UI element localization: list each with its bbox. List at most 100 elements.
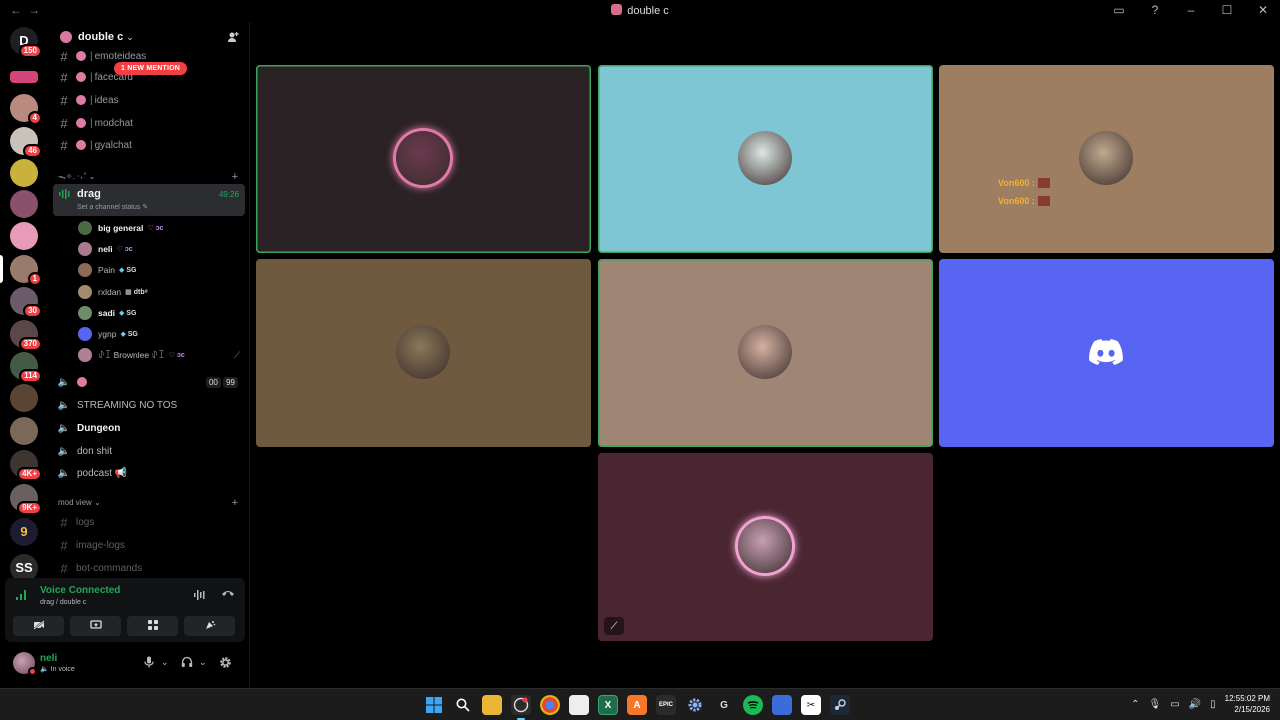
- chat-overlay-line: Von600 :: [998, 196, 1050, 206]
- voice-timer: 49:26: [218, 190, 239, 199]
- flower-icon: [77, 377, 87, 387]
- server-icon[interactable]: [10, 159, 38, 187]
- channel-status-prompt[interactable]: Set a channel status ✎: [77, 203, 148, 211]
- server-icon[interactable]: [10, 190, 38, 218]
- category-header[interactable]: ᯓ✧. ‧₊˚ ⌄ +: [58, 171, 238, 183]
- participant-tile[interactable]: ⟋: [598, 453, 933, 641]
- volume-icon[interactable]: 🔊: [1189, 699, 1201, 710]
- search-icon[interactable]: [453, 695, 473, 715]
- app-icon-g[interactable]: G: [714, 695, 734, 715]
- voice-channel[interactable]: 🔈 podcast 📢: [56, 463, 246, 483]
- server-icon[interactable]: 46: [10, 127, 42, 158]
- noise-suppression-icon[interactable]: [194, 590, 206, 603]
- channel-modchat[interactable]: # | modchat: [56, 113, 246, 133]
- server-icon[interactable]: 9K+: [10, 484, 42, 515]
- excel-icon[interactable]: X: [598, 695, 618, 715]
- category-header-mod-view[interactable]: mod view ⌄ +: [58, 497, 238, 509]
- voice-user[interactable]: ygnp ◆ SG: [78, 324, 248, 344]
- signal-icon[interactable]: [15, 589, 29, 604]
- soundboard-button[interactable]: [184, 616, 235, 636]
- status-dot: [28, 667, 37, 676]
- participant-tile[interactable]: [256, 65, 591, 253]
- voice-user[interactable]: Pain ◆ SG: [78, 260, 248, 280]
- server-icon[interactable]: 9: [10, 518, 38, 546]
- voice-channel[interactable]: 🔈 00 99: [56, 372, 246, 392]
- close-button[interactable]: ✕: [1256, 3, 1270, 17]
- file-explorer-icon[interactable]: [482, 695, 502, 715]
- discord-taskbar-icon[interactable]: [511, 695, 531, 720]
- maximize-button[interactable]: ☐: [1220, 3, 1234, 17]
- avatar[interactable]: [13, 652, 37, 676]
- participant-tile[interactable]: [939, 259, 1274, 447]
- server-icon[interactable]: 4K+: [10, 450, 42, 481]
- server-icon[interactable]: 114: [10, 352, 42, 383]
- username[interactable]: neli: [40, 653, 57, 664]
- steam-icon[interactable]: [830, 695, 850, 715]
- chrome-icon[interactable]: [540, 695, 560, 715]
- participant-tile[interactable]: [598, 65, 933, 253]
- server-icon[interactable]: 370: [10, 320, 42, 351]
- voice-channel[interactable]: 🔈 Dungeon: [56, 418, 246, 438]
- capcut-icon[interactable]: ✂: [801, 695, 821, 715]
- add-channel-icon[interactable]: +: [232, 497, 238, 509]
- channel-gyalchat[interactable]: # | gyalchat: [56, 135, 246, 155]
- spotify-icon[interactable]: [743, 695, 763, 715]
- voice-user[interactable]: ꂑꀤ Brownlee ꂑꀤ ♡ ɔc ⟋: [78, 345, 248, 365]
- server-icon[interactable]: 30: [10, 287, 42, 318]
- chevron-up-icon[interactable]: ⌃: [1131, 699, 1139, 710]
- new-mention-pill[interactable]: 1 NEW MENTION: [114, 62, 187, 75]
- voice-user[interactable]: rxldan ▦ dtb⁸: [78, 282, 248, 302]
- channel-bot-commands[interactable]: # bot-commands: [56, 558, 246, 578]
- help-icon[interactable]: ?: [1148, 3, 1162, 17]
- settings-gear-icon[interactable]: [685, 695, 705, 715]
- voice-user[interactable]: sadi ◆ SG: [78, 303, 248, 323]
- chevron-down-icon[interactable]: ⌄: [199, 657, 207, 668]
- add-channel-icon[interactable]: +: [232, 171, 238, 183]
- participant-tile[interactable]: Von600 : Von600 :: [939, 65, 1274, 253]
- battery-icon[interactable]: ▯: [1210, 699, 1216, 710]
- headphones-icon[interactable]: [181, 656, 193, 671]
- participant-tile[interactable]: [598, 259, 933, 447]
- network-icon[interactable]: ▭: [1170, 699, 1179, 710]
- voice-user[interactable]: neli ♡ ɔc: [78, 239, 248, 259]
- voice-channel[interactable]: 🔈 don shit: [56, 441, 246, 461]
- voice-channel[interactable]: 🔈 STREAMING NO TOS: [56, 395, 246, 415]
- chevron-down-icon[interactable]: ⌄: [161, 657, 169, 668]
- voice-connected-label: Voice Connected: [40, 585, 121, 596]
- microphone-icon[interactable]: [144, 656, 154, 671]
- epic-games-icon[interactable]: EPIC: [656, 695, 676, 715]
- app-icon-a[interactable]: A: [627, 695, 647, 715]
- server-icon[interactable]: 1: [10, 255, 42, 286]
- server-icon[interactable]: [10, 71, 38, 83]
- disconnect-icon[interactable]: [221, 589, 235, 600]
- minimize-button[interactable]: –: [1184, 3, 1198, 17]
- camera-off-button[interactable]: [13, 616, 64, 636]
- channel-logs[interactable]: # logs: [56, 512, 246, 532]
- activities-button[interactable]: [127, 616, 178, 636]
- server-icon[interactable]: [10, 222, 38, 250]
- gear-icon[interactable]: [219, 656, 232, 672]
- server-icon[interactable]: 4: [10, 94, 42, 125]
- channel-image-logs[interactable]: # image-logs: [56, 535, 246, 555]
- voice-user[interactable]: big general ♡ ɔc: [78, 218, 248, 238]
- guild-header[interactable]: double c ⌄: [50, 22, 249, 52]
- channel-emoteideas[interactable]: # | emoteideas: [56, 49, 246, 63]
- voice-location[interactable]: drag / double c: [40, 599, 86, 606]
- windows-start-icon[interactable]: [424, 695, 444, 715]
- microphone-tray-icon[interactable]: 🎙: [1149, 699, 1162, 710]
- clan-tag-text: ♡ ɔc: [116, 246, 133, 254]
- hash-icon: #: [60, 560, 68, 576]
- roblox-icon[interactable]: [772, 695, 792, 715]
- screen-share-button[interactable]: [70, 616, 121, 636]
- add-people-icon[interactable]: [251, 22, 273, 44]
- direct-messages-icon[interactable]: D 150: [10, 27, 42, 58]
- inbox-icon[interactable]: ▭: [1112, 3, 1126, 17]
- server-icon[interactable]: [10, 417, 38, 445]
- server-icon[interactable]: [10, 384, 38, 412]
- participant-tile[interactable]: [256, 259, 591, 447]
- notepad-icon[interactable]: [569, 695, 589, 715]
- channel-ideas[interactable]: # | ideas: [56, 90, 246, 110]
- clock[interactable]: 12:55:02 PM 2/15/2026: [1225, 693, 1270, 715]
- add-member-icon[interactable]: [227, 31, 239, 46]
- voice-channel-drag[interactable]: drag 49:26 Set a channel status ✎: [53, 184, 245, 216]
